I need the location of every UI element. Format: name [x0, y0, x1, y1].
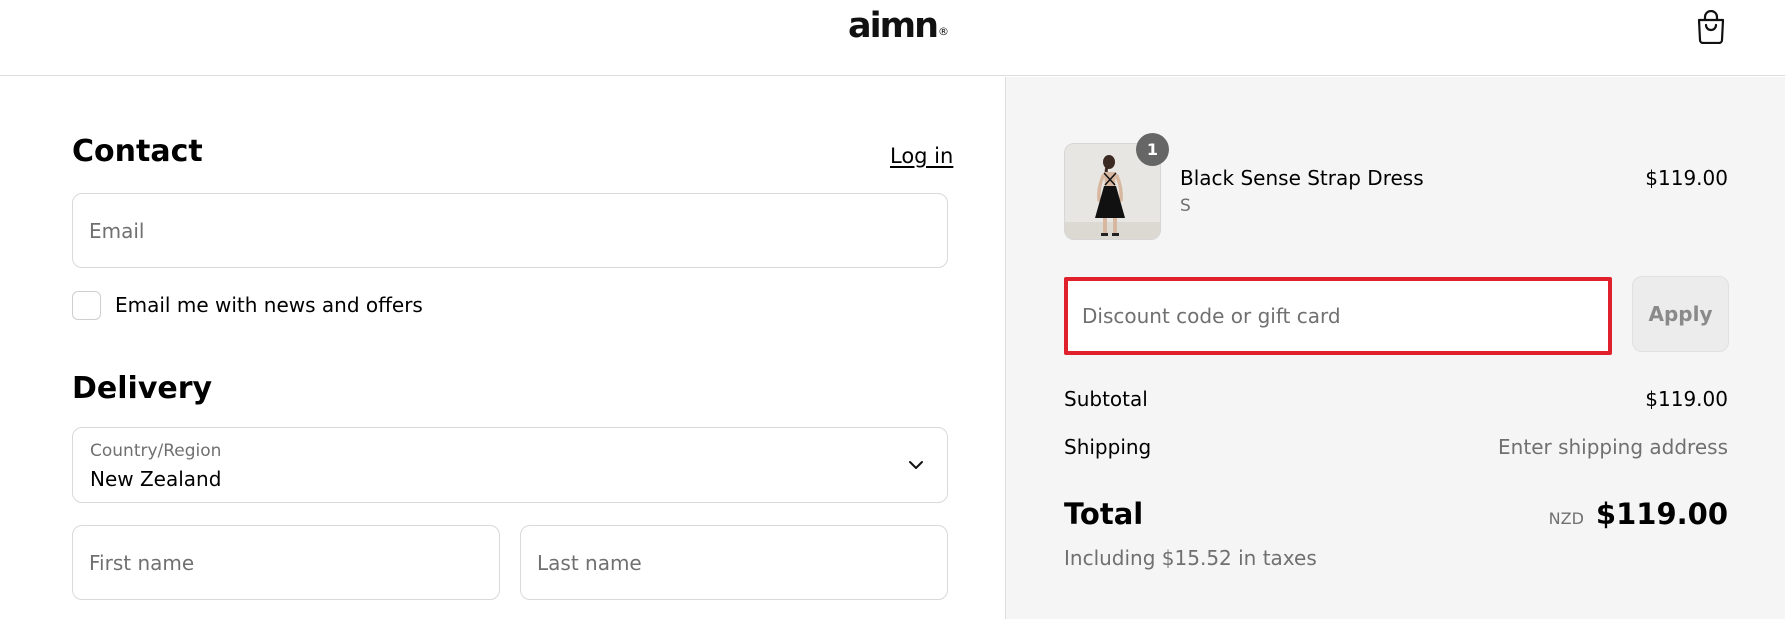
taxes-note: Including $15.52 in taxes	[1064, 546, 1317, 570]
order-summary: 1 Black Sense Strap Dress S $119.00 Appl…	[1005, 77, 1785, 619]
currency-code: NZD	[1548, 509, 1584, 528]
apply-discount-button[interactable]: Apply	[1632, 276, 1729, 352]
delivery-heading: Delivery	[72, 371, 213, 406]
product-name: Black Sense Strap Dress	[1180, 166, 1424, 190]
country-select[interactable]: Country/Region New Zealand	[72, 427, 948, 503]
newsletter-option[interactable]: Email me with news and offers	[72, 290, 423, 320]
shipping-value: Enter shipping address	[1498, 435, 1728, 459]
total-amount: NZD $119.00	[1549, 497, 1728, 531]
email-field[interactable]	[73, 194, 947, 267]
discount-field-wrapper	[1064, 277, 1612, 355]
first-name-wrapper	[72, 525, 500, 600]
chevron-down-icon[interactable]	[907, 456, 925, 474]
country-value[interactable]: New Zealand	[90, 467, 221, 491]
subtotal-value: $119.00	[1645, 387, 1728, 411]
subtotal-label: Subtotal	[1064, 387, 1148, 411]
quantity-badge: 1	[1136, 133, 1169, 166]
shipping-label: Shipping	[1064, 435, 1152, 459]
country-label: Country/Region	[90, 441, 222, 461]
last-name-field[interactable]	[521, 526, 947, 599]
shopping-bag-icon[interactable]	[1695, 9, 1727, 45]
total-label: Total	[1064, 497, 1144, 531]
newsletter-label[interactable]: Email me with news and offers	[115, 293, 423, 317]
last-name-wrapper	[520, 525, 948, 600]
contact-heading: Contact	[72, 134, 203, 169]
store-logo[interactable]: aimn®	[848, 6, 949, 46]
checkout-header: aimn®	[0, 0, 1785, 76]
first-name-field[interactable]	[73, 526, 499, 599]
login-link[interactable]: Log in	[890, 144, 953, 168]
product-price: $119.00	[1645, 166, 1728, 190]
total-value: $119.00	[1595, 497, 1728, 531]
newsletter-checkbox[interactable]	[72, 290, 101, 320]
email-field-wrapper	[72, 193, 948, 268]
product-variant: S	[1180, 196, 1191, 216]
checkout-form: Contact Log in Email me with news and of…	[0, 77, 1005, 619]
discount-code-input[interactable]	[1068, 281, 1608, 351]
